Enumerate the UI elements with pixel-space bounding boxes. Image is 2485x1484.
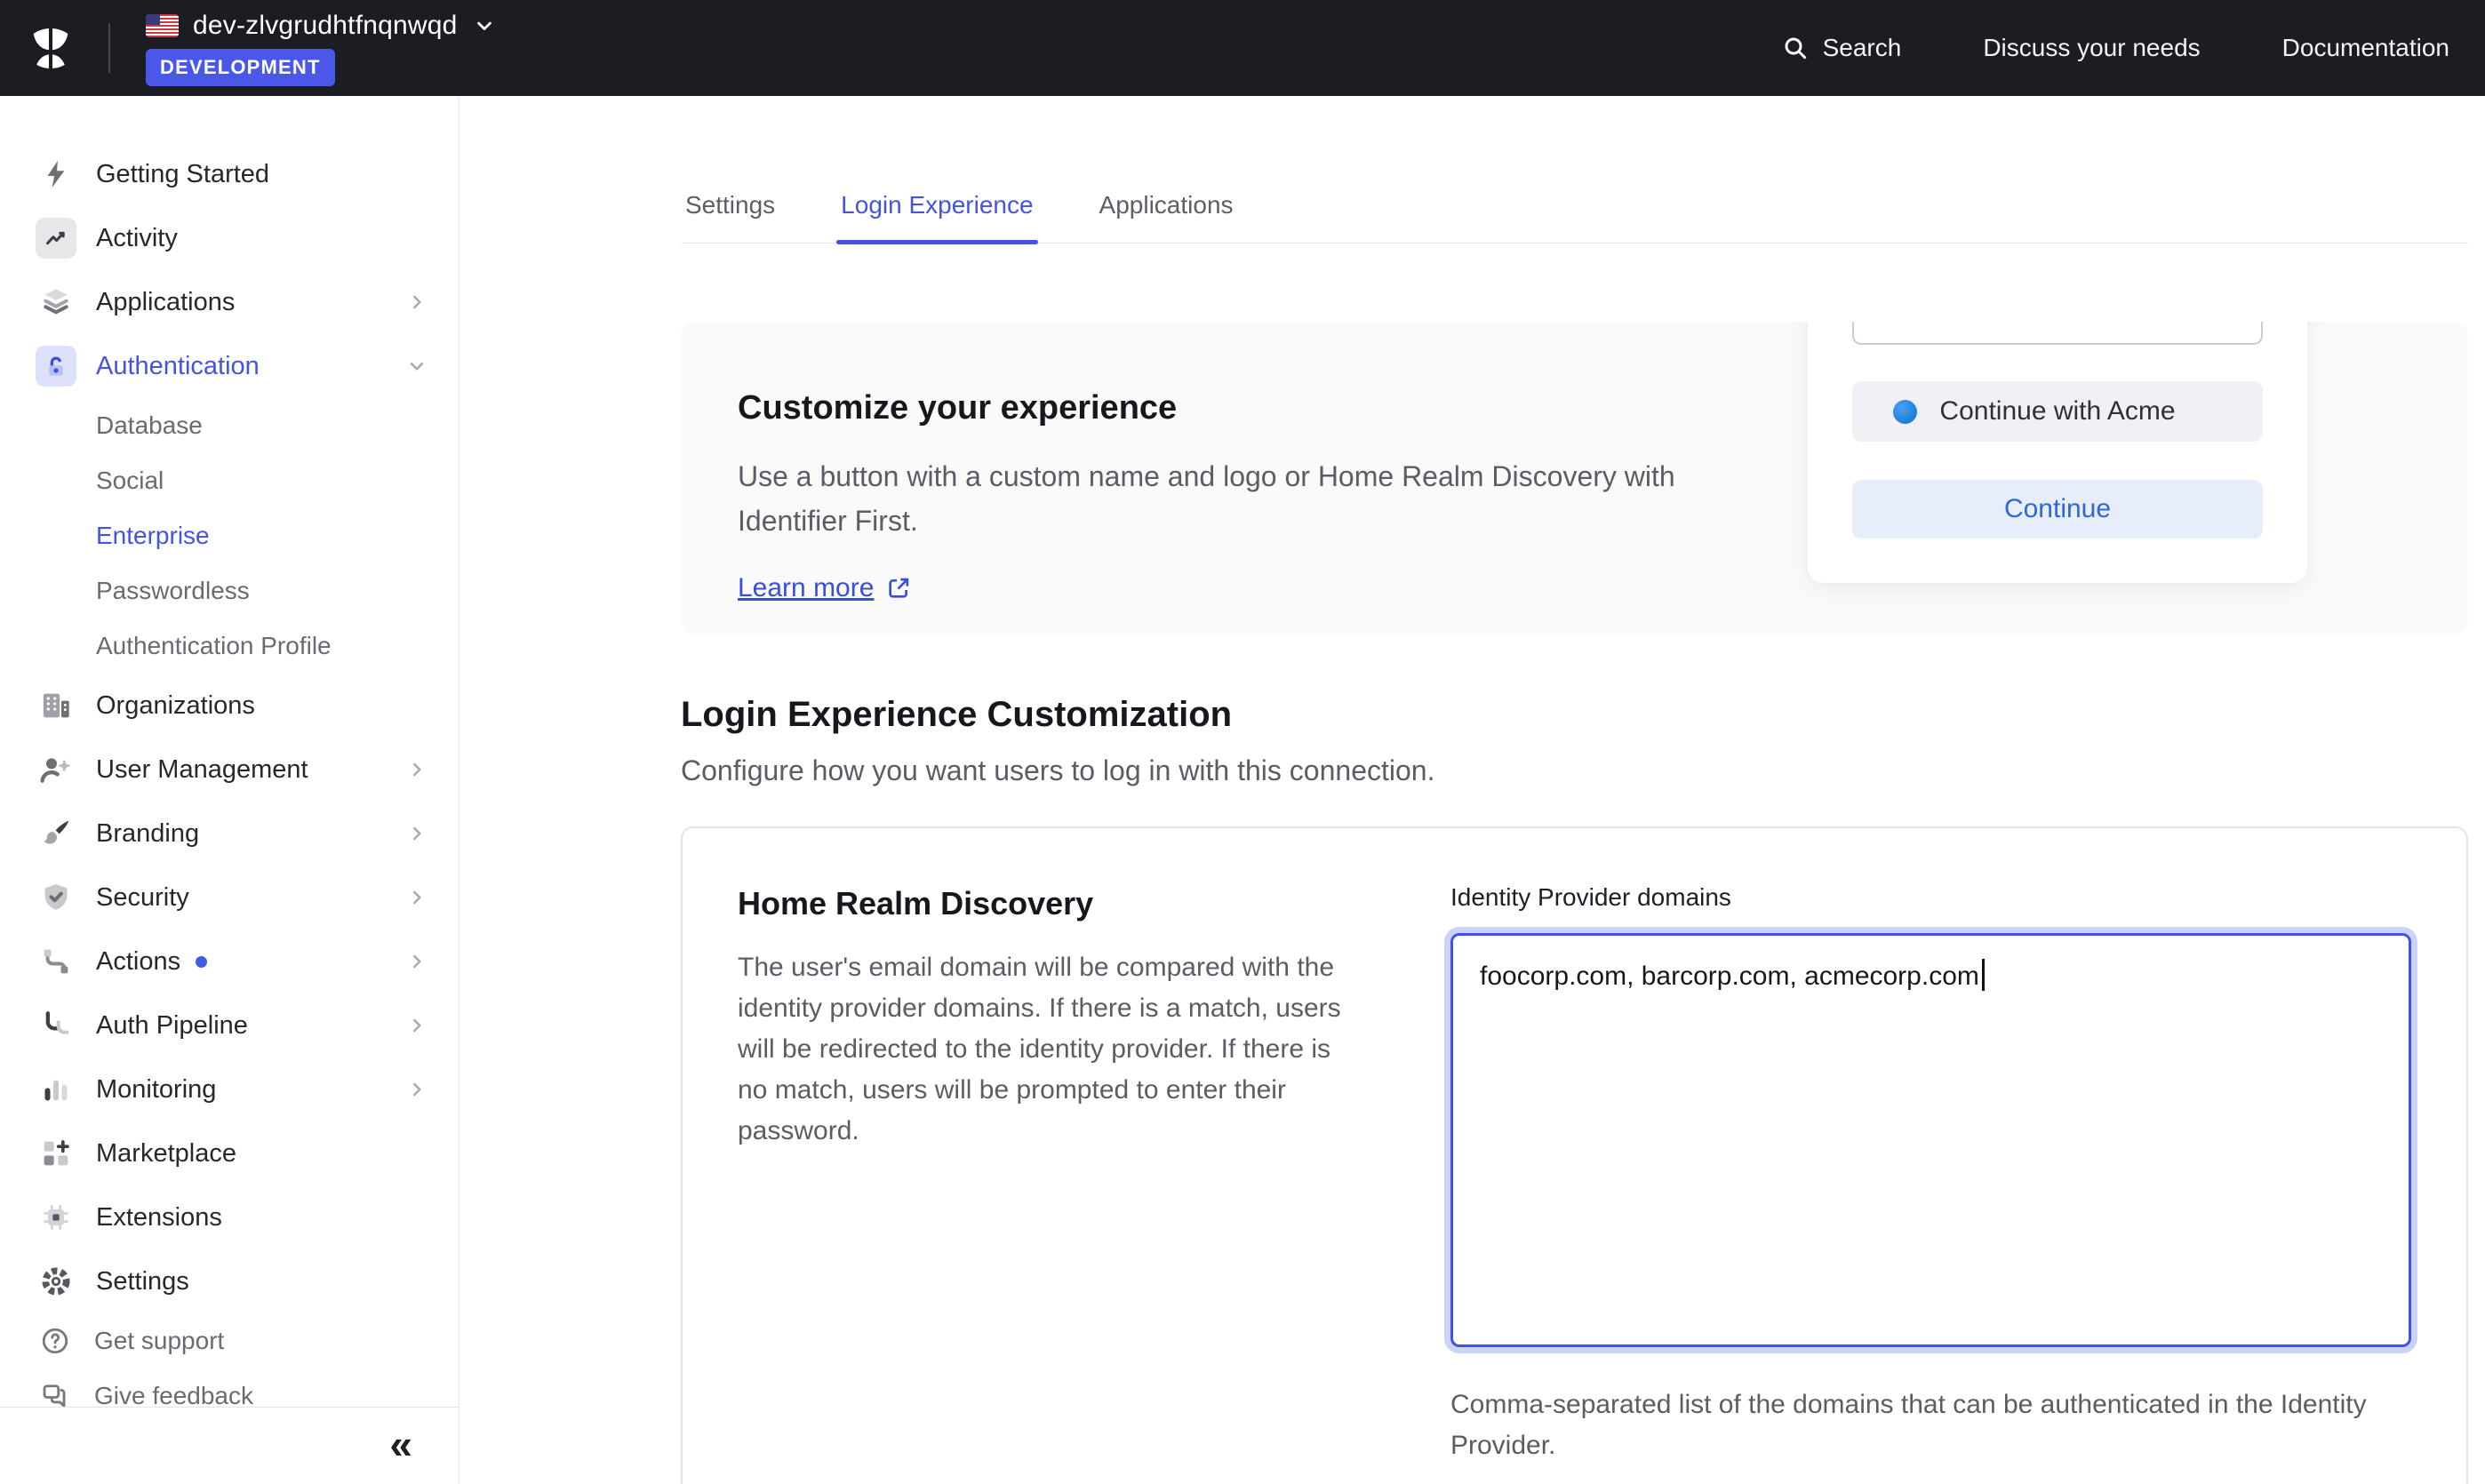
pipeline-icon bbox=[36, 1005, 76, 1046]
environment-badge: DEVELOPMENT bbox=[146, 49, 335, 86]
discuss-your-needs-link[interactable]: Discuss your needs bbox=[1983, 34, 2200, 62]
sidebar-item-user-management[interactable]: User Management bbox=[0, 738, 459, 802]
documentation-link[interactable]: Documentation bbox=[2282, 34, 2449, 62]
sidebar-subitem-authentication-profile[interactable]: Authentication Profile bbox=[0, 618, 459, 674]
unlock-icon bbox=[36, 346, 76, 387]
activity-chart-icon bbox=[36, 218, 76, 259]
tab-login-experience[interactable]: Login Experience bbox=[836, 191, 1037, 243]
identity-provider-domains-helper: Comma-separated list of the domains that… bbox=[1450, 1384, 2375, 1466]
home-realm-discovery-card: Home Realm Discovery The user's email do… bbox=[681, 826, 2468, 1484]
chip-icon bbox=[36, 1197, 76, 1238]
chevron-right-icon bbox=[405, 758, 428, 781]
page-title: Login Experience Customization bbox=[681, 695, 2468, 735]
page-subtitle: Configure how you want users to log in w… bbox=[681, 754, 2468, 787]
tab-bar: Settings Login Experience Applications bbox=[681, 191, 2468, 243]
tab-settings[interactable]: Settings bbox=[681, 191, 779, 243]
sidebar-item-extensions[interactable]: Extensions bbox=[0, 1185, 459, 1249]
sidebar-item-actions[interactable]: Actions bbox=[0, 929, 459, 993]
sidebar: Getting Started Activity Applications bbox=[0, 96, 459, 1484]
sidebar-item-security[interactable]: Security bbox=[0, 866, 459, 929]
top-bar: dev-zlvgrudhtfnqnwqd DEVELOPMENT Search … bbox=[0, 0, 2485, 96]
buildings-icon bbox=[36, 685, 76, 726]
layers-icon bbox=[36, 282, 76, 323]
user-gear-icon bbox=[36, 749, 76, 790]
search-label: Search bbox=[1823, 34, 1902, 62]
login-preview-panel: Continue with Acme Continue bbox=[1808, 322, 2307, 583]
tab-applications[interactable]: Applications bbox=[1095, 191, 1238, 243]
sidebar-subitem-database[interactable]: Database bbox=[0, 398, 459, 453]
auth0-logo-icon bbox=[27, 24, 75, 72]
sidebar-item-monitoring[interactable]: Monitoring bbox=[0, 1057, 459, 1121]
learn-more-link[interactable]: Learn more bbox=[738, 573, 874, 603]
external-link-icon bbox=[884, 574, 913, 602]
sidebar-subitem-passwordless[interactable]: Passwordless bbox=[0, 563, 459, 618]
tenant-switcher[interactable]: dev-zlvgrudhtfnqnwqd bbox=[146, 11, 497, 41]
sidebar-item-applications[interactable]: Applications bbox=[0, 270, 459, 334]
help-circle-icon bbox=[37, 1323, 73, 1359]
chevron-down-icon bbox=[472, 13, 497, 38]
collapse-sidebar-button[interactable]: « bbox=[389, 1424, 412, 1464]
preview-sso-button[interactable]: Continue with Acme bbox=[1852, 381, 2263, 442]
sidebar-item-organizations[interactable]: Organizations bbox=[0, 674, 459, 738]
shield-check-icon bbox=[36, 877, 76, 918]
gear-icon bbox=[36, 1261, 76, 1302]
main-content: Settings Login Experience Applications C… bbox=[459, 96, 2485, 1484]
flow-icon bbox=[36, 941, 76, 982]
sidebar-item-getting-started[interactable]: Getting Started bbox=[0, 142, 459, 206]
customize-card-description: Use a button with a custom name and logo… bbox=[738, 454, 1698, 543]
chevron-right-icon bbox=[405, 1014, 428, 1037]
hrd-title: Home Realm Discovery bbox=[738, 885, 1365, 922]
sidebar-item-settings[interactable]: Settings bbox=[0, 1249, 459, 1313]
customize-card-title: Customize your experience bbox=[738, 389, 1698, 427]
sidebar-item-get-support[interactable]: Get support bbox=[0, 1313, 459, 1368]
acme-logo-icon bbox=[1893, 400, 1917, 424]
hrd-description: The user's email domain will be compared… bbox=[738, 947, 1365, 1152]
search-button[interactable]: Search bbox=[1781, 34, 1902, 62]
customize-experience-card: Customize your experience Use a button w… bbox=[681, 322, 2468, 634]
bar-chart-icon bbox=[36, 1069, 76, 1110]
sidebar-item-branding[interactable]: Branding bbox=[0, 802, 459, 866]
identity-provider-domains-value: foocorp.com, barcorp.com, acmecorp.com bbox=[1480, 961, 1979, 991]
tenant-name: dev-zlvgrudhtfnqnwqd bbox=[193, 11, 458, 41]
search-icon bbox=[1781, 34, 1810, 62]
auth0-dashboard: dev-zlvgrudhtfnqnwqd DEVELOPMENT Search … bbox=[0, 0, 2485, 1484]
sidebar-footer: « bbox=[0, 1407, 459, 1484]
identity-provider-domains-label: Identity Provider domains bbox=[1450, 883, 2411, 912]
preview-continue-button[interactable]: Continue bbox=[1852, 480, 2263, 539]
text-caret bbox=[1982, 959, 1985, 991]
new-feature-dot bbox=[196, 956, 207, 968]
bolt-icon bbox=[36, 154, 76, 195]
chevron-right-icon bbox=[405, 950, 428, 973]
squares-plus-icon bbox=[36, 1133, 76, 1174]
chevron-down-icon bbox=[405, 355, 428, 378]
paintbrush-icon bbox=[36, 813, 76, 854]
identity-provider-domains-input[interactable]: foocorp.com, barcorp.com, acmecorp.com bbox=[1450, 933, 2411, 1347]
sidebar-subitem-social[interactable]: Social bbox=[0, 453, 459, 508]
topbar-divider bbox=[108, 23, 110, 73]
chevron-right-icon bbox=[405, 291, 428, 314]
sidebar-item-auth-pipeline[interactable]: Auth Pipeline bbox=[0, 993, 459, 1057]
sidebar-item-activity[interactable]: Activity bbox=[0, 206, 459, 270]
sidebar-subitem-enterprise[interactable]: Enterprise bbox=[0, 508, 459, 563]
chevron-right-icon bbox=[405, 1078, 428, 1101]
preview-email-input[interactable] bbox=[1852, 322, 2263, 345]
sidebar-item-authentication[interactable]: Authentication bbox=[0, 334, 459, 398]
us-flag-icon bbox=[146, 14, 179, 37]
sidebar-item-marketplace[interactable]: Marketplace bbox=[0, 1121, 459, 1185]
chevron-right-icon bbox=[405, 886, 428, 909]
chevron-right-icon bbox=[405, 822, 428, 845]
